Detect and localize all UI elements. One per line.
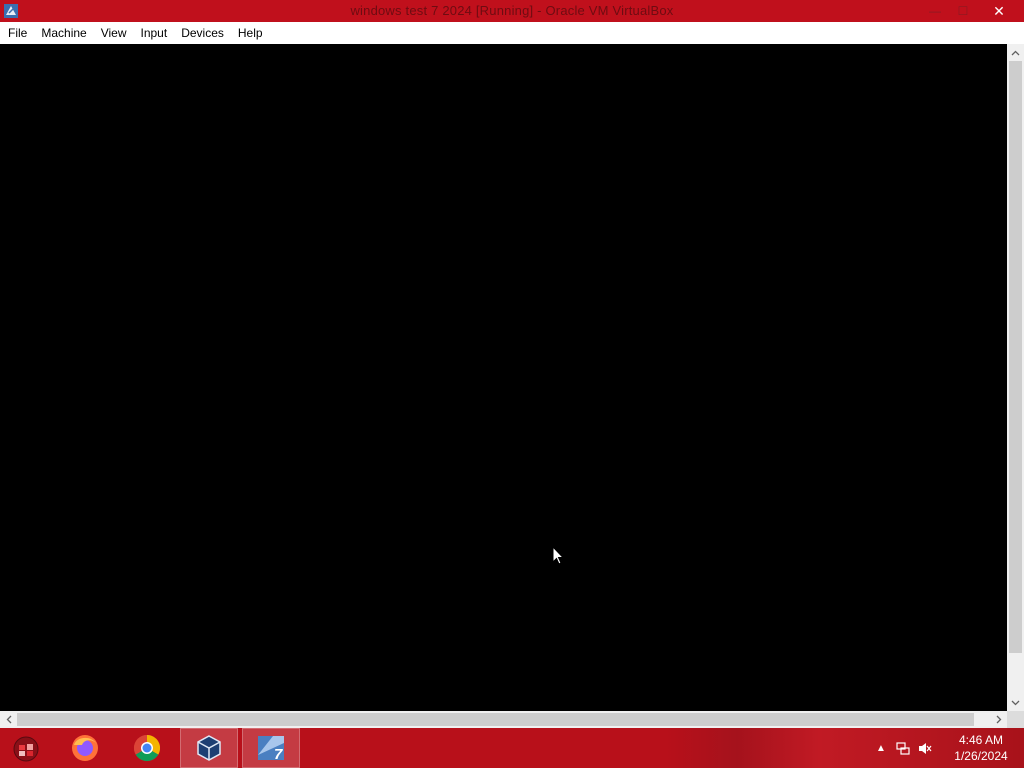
svg-text:7: 7: [274, 746, 283, 763]
scroll-up-button[interactable]: [1007, 44, 1024, 61]
clock[interactable]: 4:46 AM 1/26/2024: [946, 732, 1016, 764]
taskbar-windows-7-vm[interactable]: 7: [242, 728, 300, 768]
scroll-left-button[interactable]: [0, 711, 17, 728]
menu-help[interactable]: Help: [231, 22, 270, 44]
chrome-icon: [133, 734, 161, 762]
system-tray: ▲: [870, 728, 936, 768]
vertical-scroll-thumb[interactable]: [1009, 61, 1022, 653]
chevron-down-icon: [1011, 700, 1020, 705]
mouse-cursor-icon: [552, 546, 564, 565]
chevron-up-icon: [1011, 50, 1020, 55]
menu-file[interactable]: File: [0, 22, 34, 44]
virtualbox-icon: [197, 735, 221, 761]
window-titlebar[interactable]: windows test 7 2024 [Running] - Oracle V…: [0, 0, 1024, 22]
close-button[interactable]: ✕: [976, 0, 1022, 22]
scroll-down-button[interactable]: [1007, 694, 1024, 711]
chevron-left-icon: [6, 715, 11, 724]
volume-muted-icon[interactable]: [914, 728, 936, 768]
clock-time: 4:46 AM: [958, 733, 1004, 747]
scrollbar-corner: [1007, 711, 1024, 728]
menu-devices[interactable]: Devices: [174, 22, 231, 44]
horizontal-scrollbar[interactable]: [0, 711, 1007, 728]
menu-input[interactable]: Input: [134, 22, 175, 44]
window-title: windows test 7 2024 [Running] - Oracle V…: [350, 3, 674, 18]
menu-bar: File Machine View Input Devices Help: [0, 22, 1024, 44]
windows-7-vm-icon: 7: [258, 736, 284, 763]
scroll-right-button[interactable]: [990, 711, 1007, 728]
vertical-scrollbar[interactable]: [1007, 44, 1024, 711]
horizontal-scroll-thumb[interactable]: [17, 713, 974, 726]
clock-date: 1/26/2024: [954, 749, 1008, 763]
maximize-button[interactable]: ☐: [948, 0, 978, 22]
vm-display[interactable]: [0, 44, 1007, 711]
minimize-button[interactable]: —: [920, 0, 950, 22]
taskbar: 7 ▲ 4:46 AM 1/26/2024: [0, 728, 1024, 768]
network-icon[interactable]: [892, 728, 914, 768]
menu-view[interactable]: View: [94, 22, 134, 44]
taskbar-chrome[interactable]: [118, 728, 176, 768]
firefox-icon: [72, 735, 98, 761]
start-orb-icon: [13, 736, 39, 762]
taskbar-virtualbox[interactable]: [180, 728, 238, 768]
chevron-right-icon: [996, 715, 1001, 724]
menu-machine[interactable]: Machine: [34, 22, 93, 44]
show-hidden-icons-button[interactable]: ▲: [870, 728, 892, 768]
start-button[interactable]: [0, 728, 52, 768]
taskbar-firefox[interactable]: [56, 728, 114, 768]
